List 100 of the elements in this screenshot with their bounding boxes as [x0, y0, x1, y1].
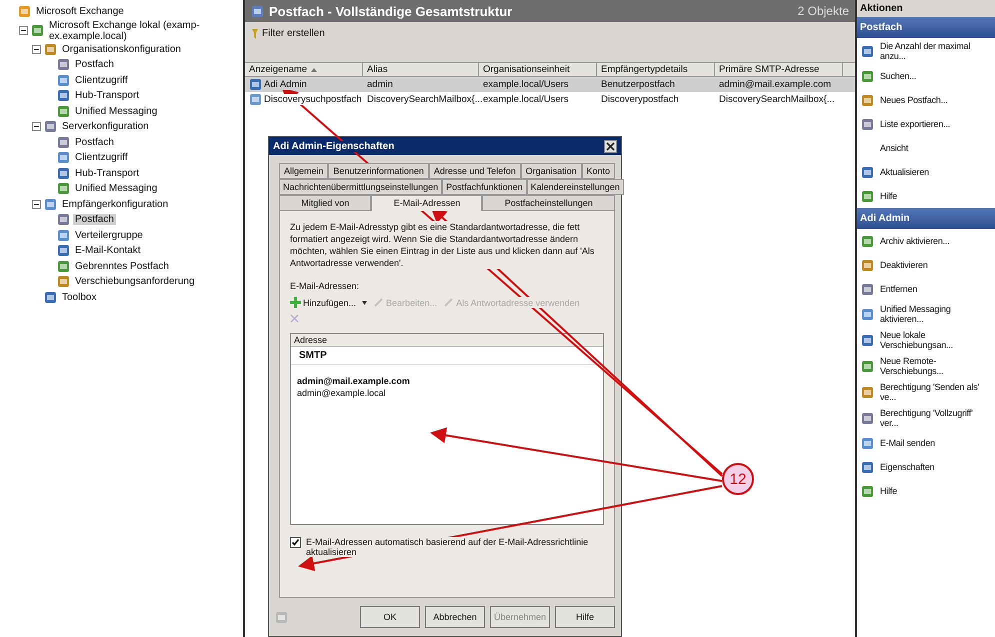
close-button[interactable]	[604, 140, 617, 152]
tree-item[interactable]: Clientzugriff	[73, 74, 130, 86]
section-header: Adi Admin	[857, 208, 995, 229]
dialog-button[interactable]: Abbrechen	[425, 606, 485, 628]
collapse-icon[interactable]	[19, 26, 28, 35]
column-header[interactable]: Empfängertypdetails	[597, 63, 715, 76]
collapse-icon[interactable]	[32, 200, 41, 209]
table-cell: admin@mail.example.com	[719, 79, 832, 90]
table-cell: DiscoverySearchMailbox{...	[719, 94, 835, 105]
tree-item[interactable]: Clientzugriff	[73, 152, 130, 164]
sort-icon	[311, 68, 318, 72]
tree-item[interactable]: Empfängerkonfiguration	[60, 198, 170, 210]
action-link[interactable]: Ansicht	[880, 143, 908, 153]
callout-number: 12	[722, 463, 754, 495]
action-link[interactable]: Unified Messaging aktivieren...	[880, 304, 993, 324]
action-link[interactable]: E-Mail senden	[880, 438, 935, 448]
tree-item[interactable]: Serverkonfiguration	[60, 121, 151, 132]
collapse-icon[interactable]	[32, 122, 41, 132]
group-header: SMTP	[291, 347, 603, 365]
table-cell: example.local/Users	[483, 79, 569, 90]
tree-item[interactable]: Hub-Transport	[73, 90, 142, 102]
dialog-tab[interactable]: Postfachfunktionen	[442, 179, 527, 195]
collapse-icon[interactable]	[32, 44, 41, 54]
action-link[interactable]: Hilfe	[880, 486, 898, 496]
action-link[interactable]: Die Anzahl der maximal anzu...	[880, 41, 993, 61]
dialog-tab[interactable]: Mitglied von	[279, 195, 372, 211]
action-link[interactable]: Neues Postfach...	[880, 95, 948, 105]
table-cell: Adi Admin	[264, 79, 307, 90]
column-header[interactable]: Anzeigename	[245, 63, 363, 76]
tree-item[interactable]: Gebrenntes Postfach	[73, 260, 171, 272]
tree-item-icon	[57, 89, 70, 102]
dialog-tab[interactable]: Nachrichtenübermittlungseinstellungen	[279, 179, 442, 195]
column-header[interactable]: Primäre SMTP-Adresse	[715, 63, 843, 76]
column-header[interactable]: Organisationseinheit	[479, 63, 597, 76]
mailbox-icon	[249, 78, 262, 91]
action-link[interactable]: Archiv aktivieren...	[880, 236, 950, 246]
tree-item-icon	[57, 275, 70, 288]
action-icon	[861, 234, 874, 248]
tree-item-icon	[44, 42, 57, 56]
document-icon	[275, 610, 288, 624]
action-link[interactable]: Eigenschaften	[880, 462, 934, 472]
mailbox-icon	[251, 4, 264, 18]
tree-item[interactable]: Postfach	[73, 214, 116, 226]
tree-item[interactable]: Hub-Transport	[73, 168, 142, 179]
dialog-button[interactable]: Hilfe	[555, 606, 615, 628]
table-cell: Discoverysuchpostfach	[264, 94, 362, 105]
tree-item[interactable]: Organisationskonfiguration	[60, 44, 183, 55]
dialog-button[interactable]: OK	[360, 606, 420, 628]
dialog-tab[interactable]: Konto	[582, 163, 616, 179]
action-icon	[861, 386, 874, 398]
action-icon	[861, 334, 874, 346]
action-link[interactable]: Neue lokale Verschiebungsan...	[880, 330, 993, 350]
tree-item[interactable]: Verteilergruppe	[73, 230, 145, 241]
dialog-tab[interactable]: Organisation	[520, 163, 582, 179]
tree-item-icon	[18, 5, 31, 18]
action-link[interactable]: Entfernen	[880, 284, 918, 294]
tree-item-icon	[57, 260, 70, 273]
dialog-tab[interactable]: Adresse und Telefon	[428, 163, 521, 179]
dialog-tab[interactable]: E-Mail-Adressen	[371, 195, 482, 211]
action-link[interactable]: Neue Remote-Verschiebungs...	[880, 356, 993, 376]
action-link[interactable]: Berechtigung 'Vollzugriff' ver...	[880, 408, 993, 428]
list-label: E-Mail-Adressen:	[290, 281, 360, 291]
tree-item-icon	[57, 58, 70, 72]
action-icon	[861, 166, 874, 178]
table-row[interactable]: Adi Admin admin example.local/Users Benutzerpostfach admin@mail.example.com	[245, 77, 855, 92]
dialog-tab[interactable]: Benutzerinformationen	[328, 163, 429, 179]
panel-title: Postfach - Vollständige Gesamtstruktur	[269, 4, 514, 18]
plus-icon	[290, 297, 301, 308]
checkbox[interactable]	[290, 537, 301, 548]
action-icon	[861, 484, 874, 498]
filter-button[interactable]: Filter erstellen	[262, 28, 325, 39]
tree-item[interactable]: Microsoft Exchange	[34, 6, 126, 18]
tree-item[interactable]: Verschiebungsanforderung	[73, 276, 197, 288]
tree-item[interactable]: Toolbox	[60, 292, 98, 303]
column-header[interactable]: Alias	[363, 63, 479, 76]
tree-item[interactable]: Unified Messaging	[73, 183, 160, 194]
tree-item[interactable]: Microsoft Exchange lokal (examp-ex.example.local)	[47, 20, 243, 42]
tree-item[interactable]: Postfach	[73, 59, 116, 70]
tree-item[interactable]: E-Mail-Kontakt	[73, 245, 143, 256]
action-icon	[861, 460, 874, 474]
action-link[interactable]: Deaktivieren	[880, 260, 928, 270]
pencil-icon	[443, 297, 454, 308]
tree-item-icon	[57, 228, 70, 242]
dropdown-icon[interactable]	[362, 300, 368, 304]
action-link[interactable]: Suchen...	[880, 71, 916, 81]
tree-item[interactable]: Unified Messaging	[73, 106, 160, 117]
action-icon	[861, 118, 874, 130]
tree-item[interactable]: Postfach	[73, 136, 116, 148]
action-link[interactable]: Berechtigung 'Senden als' ve...	[880, 382, 993, 402]
toolbar-button[interactable]: Hinzufügen...	[290, 297, 356, 308]
mailbox-icon	[249, 93, 262, 106]
dialog-tab[interactable]: Kalendereinstellungen	[526, 179, 624, 195]
tree-item-icon	[57, 166, 70, 180]
dialog-tab[interactable]: Allgemein	[279, 163, 328, 179]
action-link[interactable]: Hilfe	[880, 191, 898, 201]
action-icon	[861, 282, 874, 296]
dialog-tab[interactable]: Postfacheinstellungen	[482, 195, 615, 211]
table-cell: Discoverypostfach	[601, 94, 679, 105]
action-link[interactable]: Aktualisieren	[880, 167, 929, 177]
action-link[interactable]: Liste exportieren...	[880, 119, 950, 129]
